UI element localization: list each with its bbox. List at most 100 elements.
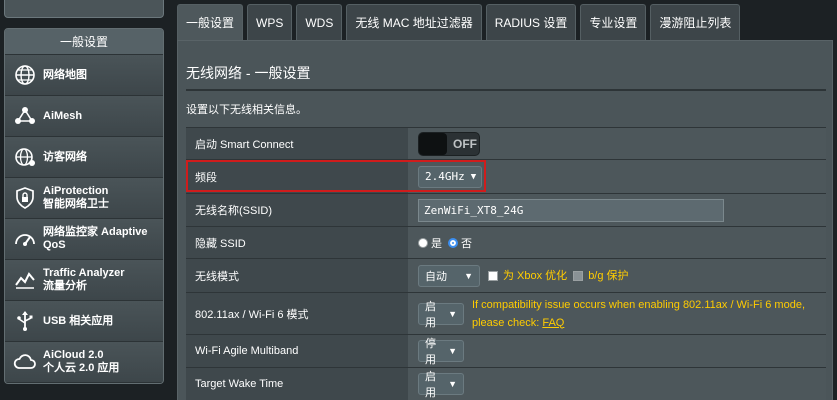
title-divider (186, 89, 826, 91)
setting-field: 自动 ▼ 为 Xbox 优化 b/g 保护 (408, 259, 826, 292)
guest-globe-icon (11, 143, 39, 171)
sidebar-item-aimesh[interactable]: AiMesh (5, 96, 163, 137)
setting-field: 是 否 (408, 227, 826, 258)
sidebar-top-item[interactable] (4, 0, 164, 18)
radio-label-no: 否 (461, 237, 472, 250)
label-line-1: AiProtection (43, 185, 109, 197)
sidebar: 一般设置 网络地图 AiMesh 访客网络 AiProtection 智能网络卫士 (0, 0, 168, 400)
chevron-down-icon: ▼ (464, 270, 473, 281)
usb-plug-icon (11, 307, 39, 335)
select-value: 自动 (425, 270, 447, 283)
shield-lock-icon (11, 184, 39, 212)
setting-label: 无线模式 (186, 259, 408, 292)
sidebar-item-aicloud[interactable]: AiCloud 2.0 个人云 2.0 应用 (5, 342, 163, 383)
hide-ssid-no-radio[interactable] (448, 237, 458, 248)
setting-field: 启用 ▼ (408, 368, 826, 400)
setting-label: 隐藏 SSID (186, 227, 408, 258)
sidebar-item-network-map[interactable]: 网络地图 (5, 55, 163, 96)
band-select[interactable]: 2.4GHz ▼ (418, 165, 482, 188)
ax-compatibility-warning: If compatibility issue occurs when enabl… (472, 296, 805, 332)
label-line-2: 智能网络卫士 (43, 198, 109, 210)
label-line-2: 个人云 2.0 应用 (43, 362, 120, 374)
traffic-chart-icon (11, 266, 39, 294)
sidebar-item-label: AiCloud 2.0 个人云 2.0 应用 (43, 349, 119, 375)
sidebar-item-label: 网络监控家 Adaptive QoS (43, 226, 148, 252)
setting-row-ax-mode: 802.11ax / Wi-Fi 6 模式 启用 ▼ If compatibil… (186, 292, 826, 334)
setting-row-smart-connect: 启动 Smart Connect OFF (186, 127, 826, 159)
label-line-2: QoS (43, 239, 66, 251)
mesh-nodes-icon (11, 102, 39, 130)
globe-network-icon (11, 61, 39, 89)
label-line-2: 流量分析 (43, 280, 87, 292)
setting-row-wireless-mode: 无线模式 自动 ▼ 为 Xbox 优化 b/g 保护 (186, 258, 826, 292)
select-value: 2.4GHz (425, 170, 465, 183)
setting-row-ssid: 无线名称(SSID) ZenWiFi_XT8_24G (186, 193, 826, 226)
xbox-optimize-label: 为 Xbox 优化 (503, 269, 568, 282)
chevron-down-icon: ▼ (448, 308, 457, 319)
setting-label: 无线名称(SSID) (186, 194, 408, 226)
sidebar-section-header: 一般设置 (5, 29, 163, 55)
bg-protection-label: b/g 保护 (588, 269, 629, 282)
target-wake-time-select[interactable]: 启用 ▼ (418, 371, 464, 399)
sidebar-item-label: AiProtection 智能网络卫士 (43, 185, 109, 211)
wireless-mode-select[interactable]: 自动 ▼ (418, 264, 480, 287)
tab-roaming-block[interactable]: 漫游阻止列表 (650, 4, 741, 40)
sidebar-item-label: 访客网络 (43, 150, 87, 163)
settings-table: 启动 Smart Connect OFF 频段 2.4GHz ▼ 无线名称(SS… (186, 127, 826, 400)
setting-field: ZenWiFi_XT8_24G (408, 194, 826, 226)
hide-ssid-yes-radio[interactable] (418, 237, 428, 248)
smart-connect-toggle[interactable]: OFF (418, 131, 480, 156)
faq-link[interactable]: FAQ (542, 317, 564, 329)
sidebar-item-guest-network[interactable]: 访客网络 (5, 137, 163, 178)
main-panel: 无线网络 - 一般设置 设置以下无线相关信息。 启动 Smart Connect… (177, 40, 833, 400)
setting-row-agile-multiband: Wi-Fi Agile Multiband 停用 ▼ (186, 334, 826, 367)
tab-professional[interactable]: 专业设置 (580, 4, 647, 40)
warning-text: If compatibility issue occurs when enabl… (472, 298, 806, 311)
radio-label-yes: 是 (431, 237, 442, 250)
tab-bar: 一般设置 WPS WDS 无线 MAC 地址过滤器 RADIUS 设置 专业设置… (177, 4, 744, 40)
tab-wds[interactable]: WDS (296, 4, 343, 40)
ax-mode-select[interactable]: 启用 ▼ (418, 301, 464, 329)
setting-label: 启动 Smart Connect (186, 128, 408, 159)
sidebar-item-label: Traffic Analyzer 流量分析 (43, 267, 125, 293)
cloud-icon (11, 348, 39, 376)
chevron-down-icon: ▼ (448, 346, 457, 356)
setting-row-band: 频段 2.4GHz ▼ (186, 159, 826, 193)
tab-radius[interactable]: RADIUS 设置 (485, 4, 577, 40)
setting-label: Target Wake Time (186, 368, 408, 400)
speed-gauge-icon (11, 225, 39, 253)
page-title: 无线网络 - 一般设置 (186, 65, 311, 81)
tab-general[interactable]: 一般设置 (177, 4, 244, 40)
page-description: 设置以下无线相关信息。 (186, 104, 307, 116)
select-value: 启用 (425, 300, 436, 329)
label-line-1: Traffic Analyzer (43, 267, 125, 279)
sidebar-item-label: AiMesh (43, 109, 83, 122)
setting-field: 2.4GHz ▼ (408, 160, 826, 193)
ssid-input[interactable]: ZenWiFi_XT8_24G (418, 198, 724, 222)
warning-text-2: please check: (472, 316, 540, 329)
tab-wps[interactable]: WPS (247, 4, 293, 40)
setting-field: 启用 ▼ If compatibility issue occurs when … (408, 293, 826, 334)
label-line-1: 网络监控家 Adaptive (43, 226, 148, 238)
agile-multiband-select[interactable]: 停用 ▼ (418, 338, 464, 366)
setting-row-hide-ssid: 隐藏 SSID 是 否 (186, 226, 826, 258)
select-value: 启用 (425, 371, 436, 399)
xbox-optimize-checkbox[interactable] (488, 270, 498, 281)
sidebar-item-aiprotection[interactable]: AiProtection 智能网络卫士 (5, 178, 163, 219)
setting-label: 频段 (186, 160, 408, 193)
sidebar-item-usb-applications[interactable]: USB 相关应用 (5, 301, 163, 342)
tab-mac-filter[interactable]: 无线 MAC 地址过滤器 (346, 4, 482, 40)
sidebar-item-adaptive-qos[interactable]: 网络监控家 Adaptive QoS (5, 219, 163, 260)
label-line-1: AiCloud 2.0 (43, 349, 104, 361)
sidebar-item-label: 网络地图 (43, 68, 87, 81)
setting-label: Wi-Fi Agile Multiband (186, 335, 408, 367)
setting-label: 802.11ax / Wi-Fi 6 模式 (186, 293, 408, 334)
sidebar-nav-panel: 一般设置 网络地图 AiMesh 访客网络 AiProtection 智能网络卫士 (4, 28, 164, 384)
sidebar-item-traffic-analyzer[interactable]: Traffic Analyzer 流量分析 (5, 260, 163, 301)
setting-row-target-wake-time: Target Wake Time 启用 ▼ (186, 367, 826, 400)
setting-field: 停用 ▼ (408, 335, 826, 367)
chevron-down-icon: ▼ (448, 379, 457, 389)
toggle-knob (419, 132, 447, 155)
select-value: 停用 (425, 338, 436, 366)
bg-protection-checkbox[interactable] (573, 270, 584, 281)
